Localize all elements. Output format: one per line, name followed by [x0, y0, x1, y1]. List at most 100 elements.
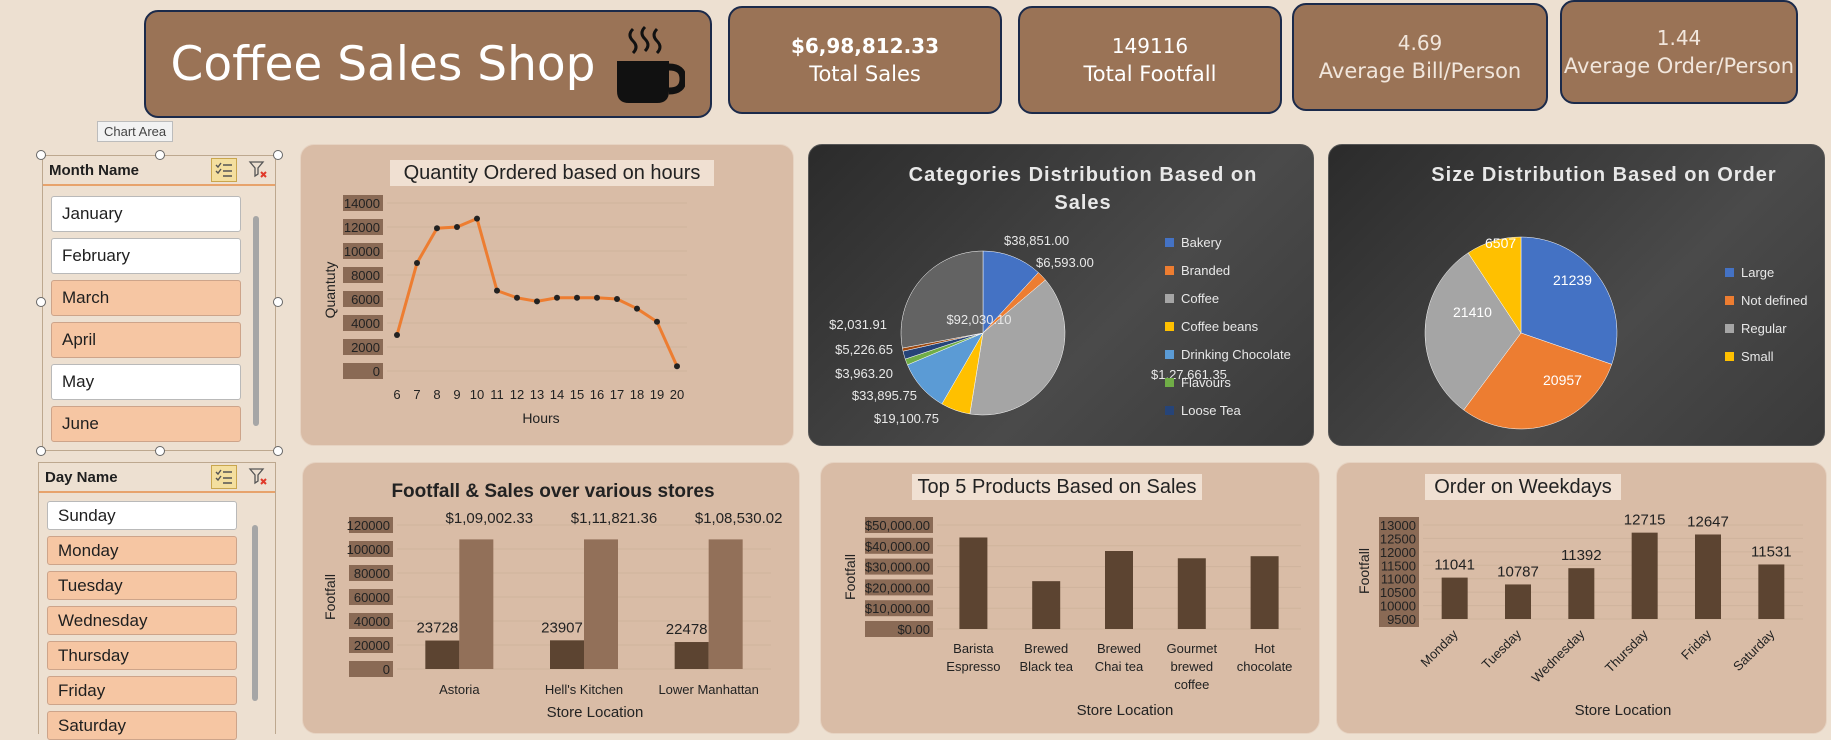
- bar: [1250, 556, 1279, 629]
- slicer-item-monday[interactable]: Monday: [47, 536, 237, 565]
- x-tick-label: Hell's Kitchen: [545, 682, 623, 697]
- data-point: [594, 294, 600, 301]
- y-axis-label: Quantuty: [322, 262, 338, 319]
- weekday-orders-panel[interactable]: Order on Weekdays 13000 12500 12000 11500 110…: [1336, 462, 1827, 734]
- x-tick-label: 12: [510, 387, 524, 402]
- x-tick-label: 19: [650, 387, 664, 402]
- resize-handle[interactable]: [155, 446, 165, 456]
- slicer-item-sunday[interactable]: Sunday: [47, 501, 237, 530]
- y-tick-label: 12000: [344, 220, 380, 235]
- y-tick-label: $0.00: [897, 622, 930, 637]
- x-axis-label: Store Location: [547, 704, 644, 721]
- month-slicer-scrollbar[interactable]: [253, 216, 259, 426]
- y-tick-label: 2000: [351, 340, 380, 355]
- x-tick-label: 7: [413, 387, 420, 402]
- x-tick-label: chocolate: [1237, 659, 1293, 674]
- resize-handle[interactable]: [273, 446, 283, 456]
- slicer-item-march[interactable]: March: [51, 280, 241, 316]
- slicer-item-tuesday[interactable]: Tuesday: [47, 571, 237, 600]
- day-slicer-scrollbar[interactable]: [252, 525, 258, 701]
- x-tick-label: Wednesday: [1528, 626, 1587, 685]
- series-line: [395, 216, 679, 367]
- data-label: 23907: [541, 619, 583, 636]
- data-point: [514, 294, 520, 301]
- x-tick-label: 17: [610, 387, 624, 402]
- data-point: [554, 294, 560, 301]
- data-label: $92,030.10: [946, 312, 1011, 327]
- bar: [425, 640, 460, 669]
- slicer-item-february[interactable]: February: [51, 238, 241, 274]
- kpi-label: Average Order/Person: [1563, 54, 1795, 78]
- bar: [1631, 532, 1658, 619]
- bar: [1177, 558, 1206, 629]
- y-tick-label: 4000: [351, 316, 380, 331]
- slicer-item-label: January: [62, 204, 123, 223]
- legend-swatch: [1165, 322, 1174, 331]
- chart-title: Footfall & Sales over various stores: [391, 481, 714, 502]
- resize-handle[interactable]: [36, 446, 46, 456]
- y-tick-label: $20,000.00: [865, 580, 930, 595]
- resize-handle[interactable]: [36, 297, 46, 307]
- hourly-quantity-panel[interactable]: Quantity Ordered based on hours 14000 1200…: [300, 144, 794, 446]
- store-footfall-panel[interactable]: Footfall & Sales over various stores 1200…: [302, 462, 800, 734]
- y-tick-label: 9500: [1387, 612, 1416, 627]
- x-tick-label: 20: [670, 387, 684, 402]
- size-pie-panel[interactable]: Size Distribution Based on Order 21239 209…: [1328, 144, 1825, 446]
- slicer-item-label: June: [62, 414, 99, 433]
- resize-handle[interactable]: [36, 150, 46, 160]
- data-label: 23728: [416, 620, 458, 637]
- multi-select-icon[interactable]: [211, 465, 237, 489]
- category-pie-panel[interactable]: Categories Distribution Based on Sales $38…: [808, 144, 1314, 446]
- slicer-item-label: Thursday: [58, 645, 129, 665]
- data-point: [494, 287, 500, 294]
- slicer-item-april[interactable]: April: [51, 322, 241, 358]
- day-slicer[interactable]: Day Name Sunday Monday Tuesday Wednesday…: [38, 462, 276, 740]
- slicer-item-wednesday[interactable]: Wednesday: [47, 606, 237, 635]
- slicer-item-thursday[interactable]: Thursday: [47, 641, 237, 670]
- legend-label: Small: [1741, 349, 1774, 364]
- data-label: 20957: [1543, 372, 1582, 388]
- store-footfall-chart: Footfall & Sales over various stores 1200…: [322, 481, 782, 721]
- y-tick-label: 0: [383, 662, 390, 677]
- multi-select-icon[interactable]: [211, 158, 237, 182]
- legend-swatch: [1165, 406, 1174, 415]
- resize-handle[interactable]: [155, 150, 165, 160]
- size-pie-chart: Size Distribution Based on Order 21239 209…: [1424, 164, 1808, 430]
- y-tick-label: 8000: [351, 268, 380, 283]
- bar: [1568, 568, 1595, 619]
- month-slicer[interactable]: Month Name January February March April …: [42, 155, 276, 451]
- data-label: $1,09,002.33: [446, 510, 534, 527]
- data-label: $33,895.75: [852, 388, 917, 403]
- data-label: $2,031.91: [829, 317, 887, 332]
- y-tick-label: 6000: [351, 292, 380, 307]
- y-axis-label: Footfall: [322, 574, 338, 620]
- day-slicer-title: Day Name: [45, 468, 118, 486]
- resize-handle[interactable]: [273, 297, 283, 307]
- slicer-item-friday[interactable]: Friday: [47, 676, 237, 705]
- x-tick-label: 9: [453, 387, 460, 402]
- x-tick-label: Gourmet: [1167, 641, 1218, 656]
- slicer-item-label: May: [62, 372, 95, 391]
- data-label: 10787: [1497, 563, 1539, 580]
- slicer-item-label: Sunday: [58, 505, 116, 525]
- slicer-item-saturday[interactable]: Saturday: [47, 711, 237, 740]
- data-label: 21410: [1453, 304, 1492, 320]
- x-tick-label: Chai tea: [1095, 659, 1144, 674]
- slicer-item-january[interactable]: January: [51, 196, 241, 232]
- data-label: 21239: [1553, 272, 1592, 288]
- legend-label: Large: [1741, 265, 1774, 280]
- bar: [459, 539, 494, 669]
- data-point: [414, 260, 420, 266]
- slicer-item-june[interactable]: June: [51, 406, 241, 442]
- hourly-quantity-chart: Quantity Ordered based on hours 14000 1200…: [322, 160, 714, 426]
- data-point: [654, 318, 660, 325]
- resize-handle[interactable]: [273, 150, 283, 160]
- kpi-average-bill: 4.69 Average Bill/Person: [1292, 3, 1548, 111]
- slicer-item-label: Monday: [58, 540, 119, 560]
- top-products-panel[interactable]: Top 5 Products Based on Sales $50,000.00 $…: [820, 462, 1320, 734]
- chart-title: Sales: [1054, 192, 1111, 214]
- slicer-item-may[interactable]: May: [51, 364, 241, 400]
- chart-title: Quantity Ordered based on hours: [404, 162, 701, 184]
- clear-filter-icon[interactable]: [247, 466, 269, 488]
- clear-filter-icon[interactable]: [247, 159, 269, 181]
